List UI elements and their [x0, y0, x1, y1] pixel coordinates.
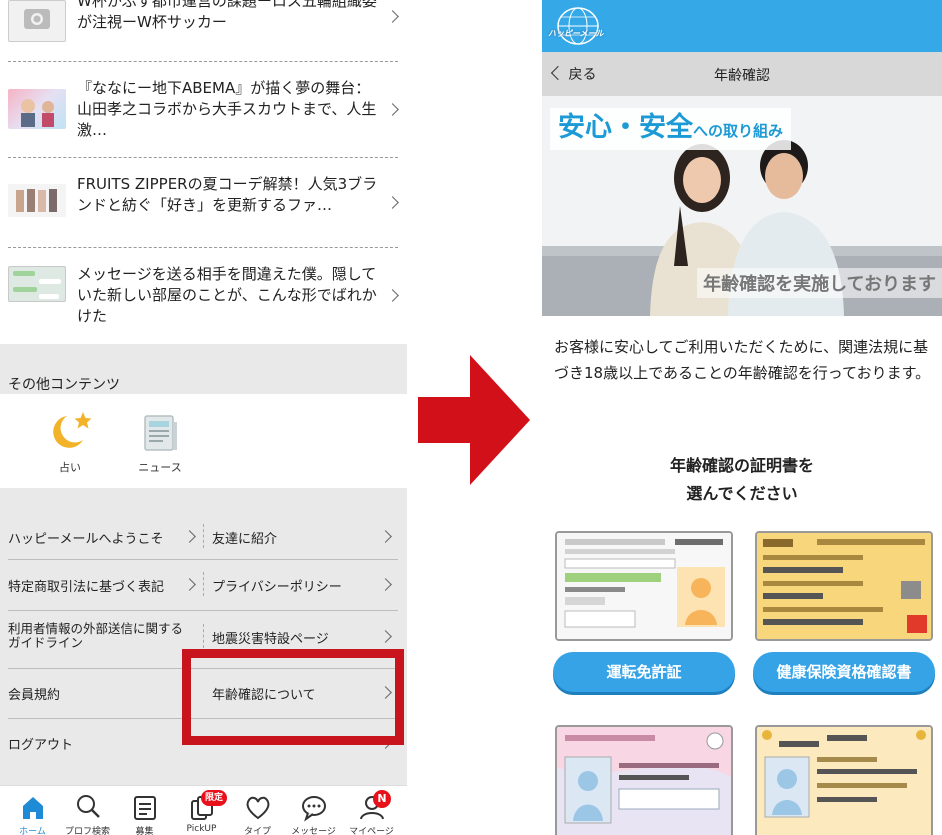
- divider: [203, 572, 204, 596]
- globe-logo-icon: [557, 7, 599, 45]
- news-item[interactable]: メッセージを送る相手を間違えた僕。隠していた新しい部屋のことが、こんな形でばれか…: [0, 262, 407, 337]
- tab-message[interactable]: メッセージ: [285, 786, 342, 835]
- my-number-card-image[interactable]: [555, 725, 733, 835]
- drivers-license-button[interactable]: 運転免許証: [553, 652, 735, 692]
- banner-caption: 年齢確認を実施しております: [697, 268, 942, 298]
- moon-star-icon: [53, 412, 92, 448]
- chevron-right-icon: [386, 196, 399, 209]
- chevron-right-icon: [379, 630, 392, 643]
- chevron-right-icon: [183, 578, 196, 591]
- health-insurance-button[interactable]: 健康保険資格確認書: [753, 652, 935, 692]
- board-icon: [133, 796, 156, 820]
- news-thumbnail: [8, 89, 66, 129]
- news-title: 『ななにー地下ABEMA』が描く夢の舞台：山田孝之コラボから大手スカウトまで、人…: [77, 79, 377, 139]
- app-header: ハッピーメール: [542, 0, 942, 52]
- left-screen: W杯かぶす都市運営の課題ーロス五輪組織委が注視ーW杯サッカー 『ななにー地下AB…: [0, 0, 407, 835]
- intro-text: お客様に安心してご利用いただくために、関連法規に基づき18歳以上であることの年齢…: [554, 338, 931, 382]
- chevron-right-icon: [386, 289, 399, 302]
- headline-sub: への取り組み: [693, 122, 784, 140]
- tab-label: プロフ検索: [64, 827, 110, 835]
- heart-icon: [246, 796, 269, 820]
- fortune-link[interactable]: 占い: [40, 410, 100, 474]
- menu-item-earthquake-page[interactable]: 地震災害特設ページ: [212, 628, 329, 647]
- tab-label: PickUP: [186, 824, 217, 834]
- tab-profile-search[interactable]: プロフ検索: [59, 786, 116, 835]
- insurance-card-illustration: [757, 533, 931, 639]
- news-title: W杯かぶす都市運営の課題ーロス五輪組織委が注視ーW杯サッカー: [77, 0, 377, 31]
- news-item[interactable]: FRUITS ZIPPERの夏コーデ解禁！人気3ブランドと紡ぐ「好き」を更新する…: [0, 172, 407, 242]
- menu-item-privacy-policy[interactable]: プライバシーポリシー: [212, 576, 342, 595]
- chevron-right-icon: [379, 530, 392, 543]
- camera-placeholder-icon: [8, 0, 66, 42]
- bottom-tab-bar: ホーム プロフ検索 募集 限定 PickUP タイプ メッセージ N マイページ: [0, 785, 407, 835]
- menu-item-terms[interactable]: 会員規約: [8, 684, 60, 703]
- tab-label: メッセージ: [291, 827, 336, 835]
- title-line-2: 選んでください: [686, 484, 798, 503]
- limited-badge: 限定: [201, 790, 227, 806]
- news-thumbnail: [8, 184, 66, 217]
- headline-main: 安心・安全: [558, 112, 693, 143]
- app-logo: ハッピーメール: [548, 4, 608, 48]
- tab-home[interactable]: ホーム: [4, 786, 61, 835]
- chevron-right-icon: [379, 578, 392, 591]
- page-nav-bar: 戻る 年齢確認: [542, 52, 942, 96]
- tab-type[interactable]: タイプ: [229, 786, 286, 835]
- logo-text: ハッピーメール: [548, 29, 604, 38]
- tab-label: タイプ: [243, 827, 271, 835]
- message-icon: [301, 796, 326, 822]
- mynumber-card-illustration: [557, 727, 731, 835]
- banner-headline: 安心・安全への取り組み: [550, 108, 792, 150]
- chevron-right-icon: [183, 530, 196, 543]
- menu-item-invite-friend[interactable]: 友達に紹介: [212, 528, 277, 547]
- residence-card-image[interactable]: [755, 725, 933, 835]
- chevron-right-icon: [386, 103, 399, 116]
- right-screen: ハッピーメール 戻る 年齢確認 安心・安全への取り組み 年齢確認を実施しておりま: [542, 0, 942, 835]
- news-label: ニュース: [138, 461, 182, 474]
- divider: [203, 524, 204, 548]
- section-title: その他コンテンツ: [8, 377, 120, 393]
- tab-mypage[interactable]: N マイページ: [343, 786, 400, 835]
- menu-item-commercial-law[interactable]: 特定商取引法に基づく表記: [8, 576, 164, 595]
- divider: [8, 157, 398, 158]
- safety-banner: 安心・安全への取り組み 年齢確認を実施しております: [542, 96, 942, 316]
- divider: [8, 610, 398, 611]
- notification-badge: N: [373, 790, 391, 808]
- news-link[interactable]: ニュース: [130, 410, 190, 474]
- news-thumbnail: [8, 266, 66, 302]
- page-title: 年齢確認: [714, 68, 770, 84]
- health-insurance-card-image[interactable]: [755, 531, 933, 641]
- license-card-illustration: [557, 533, 731, 639]
- tab-label: マイページ: [349, 827, 394, 835]
- divider: [203, 624, 204, 648]
- news-title: メッセージを送る相手を間違えた僕。隠していた新しい部屋のことが、こんな形でばれか…: [77, 265, 377, 325]
- tab-label: ホーム: [19, 827, 46, 835]
- residence-card-illustration: [757, 727, 931, 835]
- news-item[interactable]: W杯かぶす都市運営の課題ーロス五輪組織委が注視ーW杯サッカー: [0, 0, 407, 60]
- divider: [8, 61, 398, 62]
- highlight-box: [182, 649, 404, 745]
- document-select-title: 年齢確認の証明書を 選んでください: [542, 452, 942, 508]
- home-icon: [22, 797, 43, 819]
- drivers-license-image[interactable]: [555, 531, 733, 641]
- search-icon: [76, 795, 100, 818]
- divider: [8, 247, 398, 248]
- chevron-right-icon: [386, 10, 399, 23]
- arrow-right-icon: [418, 355, 530, 485]
- divider: [8, 559, 398, 560]
- tab-pickup[interactable]: 限定 PickUP: [173, 786, 230, 835]
- title-line-1: 年齢確認の証明書を: [669, 456, 814, 475]
- menu-item-external-data-guideline[interactable]: 利用者情報の外部送信に関するガイドライン: [8, 622, 188, 650]
- menu-item-welcome[interactable]: ハッピーメールへようこそ: [8, 528, 163, 547]
- fortune-label: 占い: [59, 461, 81, 474]
- tab-board[interactable]: 募集: [116, 786, 173, 835]
- tab-label: 募集: [135, 827, 154, 835]
- other-contents-header: その他コンテンツ: [0, 344, 407, 394]
- news-item[interactable]: 『ななにー地下ABEMA』が描く夢の舞台：山田孝之コラボから大手スカウトまで、人…: [0, 76, 407, 156]
- menu-item-logout[interactable]: ログアウト: [8, 734, 73, 753]
- news-title: FRUITS ZIPPERの夏コーデ解禁！人気3ブランドと紡ぐ「好き」を更新する…: [77, 175, 378, 214]
- newspaper-icon: [144, 415, 177, 451]
